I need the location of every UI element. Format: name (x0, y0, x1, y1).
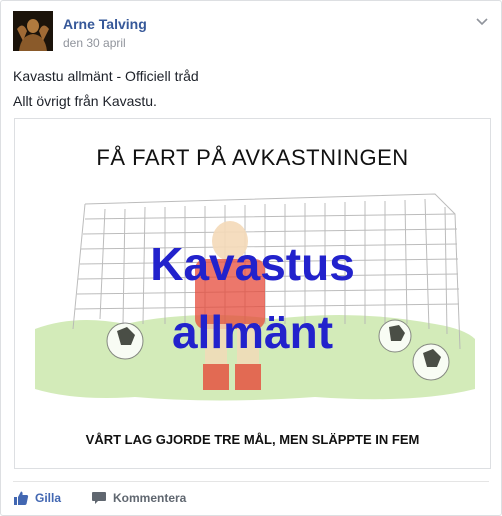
image-headline-line-2: allmänt (171, 306, 334, 358)
post-date[interactable]: den 30 april (63, 36, 126, 50)
actions-divider (13, 481, 489, 482)
post-text-line-1: Kavastu allmänt - Officiell tråd (13, 68, 199, 84)
avatar[interactable] (13, 11, 53, 51)
like-button[interactable]: Gilla (13, 487, 61, 509)
chevron-down-icon[interactable] (475, 17, 489, 27)
post-actions: Gilla Kommentera (13, 487, 489, 509)
comment-label: Kommentera (113, 491, 187, 505)
comment-icon (92, 492, 106, 504)
image-title: FÅ FART PÅ AVKASTNINGEN (96, 145, 409, 170)
like-label: Gilla (35, 491, 62, 505)
post-image[interactable]: FÅ FART PÅ AVKASTNINGEN Kavastus allmänt… (14, 118, 491, 469)
post-header: Arne Talving den 30 april (13, 11, 489, 55)
post-card: Arne Talving den 30 april Kavastu allmän… (0, 0, 502, 516)
post-text-line-2: Allt övrigt från Kavastu. (13, 93, 157, 109)
image-caption: VÅRT LAG GJORDE TRE MÅL, MEN SLÄPPTE IN … (85, 432, 420, 447)
author-name[interactable]: Arne Talving (63, 16, 147, 32)
image-headline-line-1: Kavastus (150, 238, 355, 290)
like-icon (14, 491, 29, 505)
comment-button[interactable]: Kommentera (91, 487, 186, 509)
image-illustration (35, 193, 475, 401)
